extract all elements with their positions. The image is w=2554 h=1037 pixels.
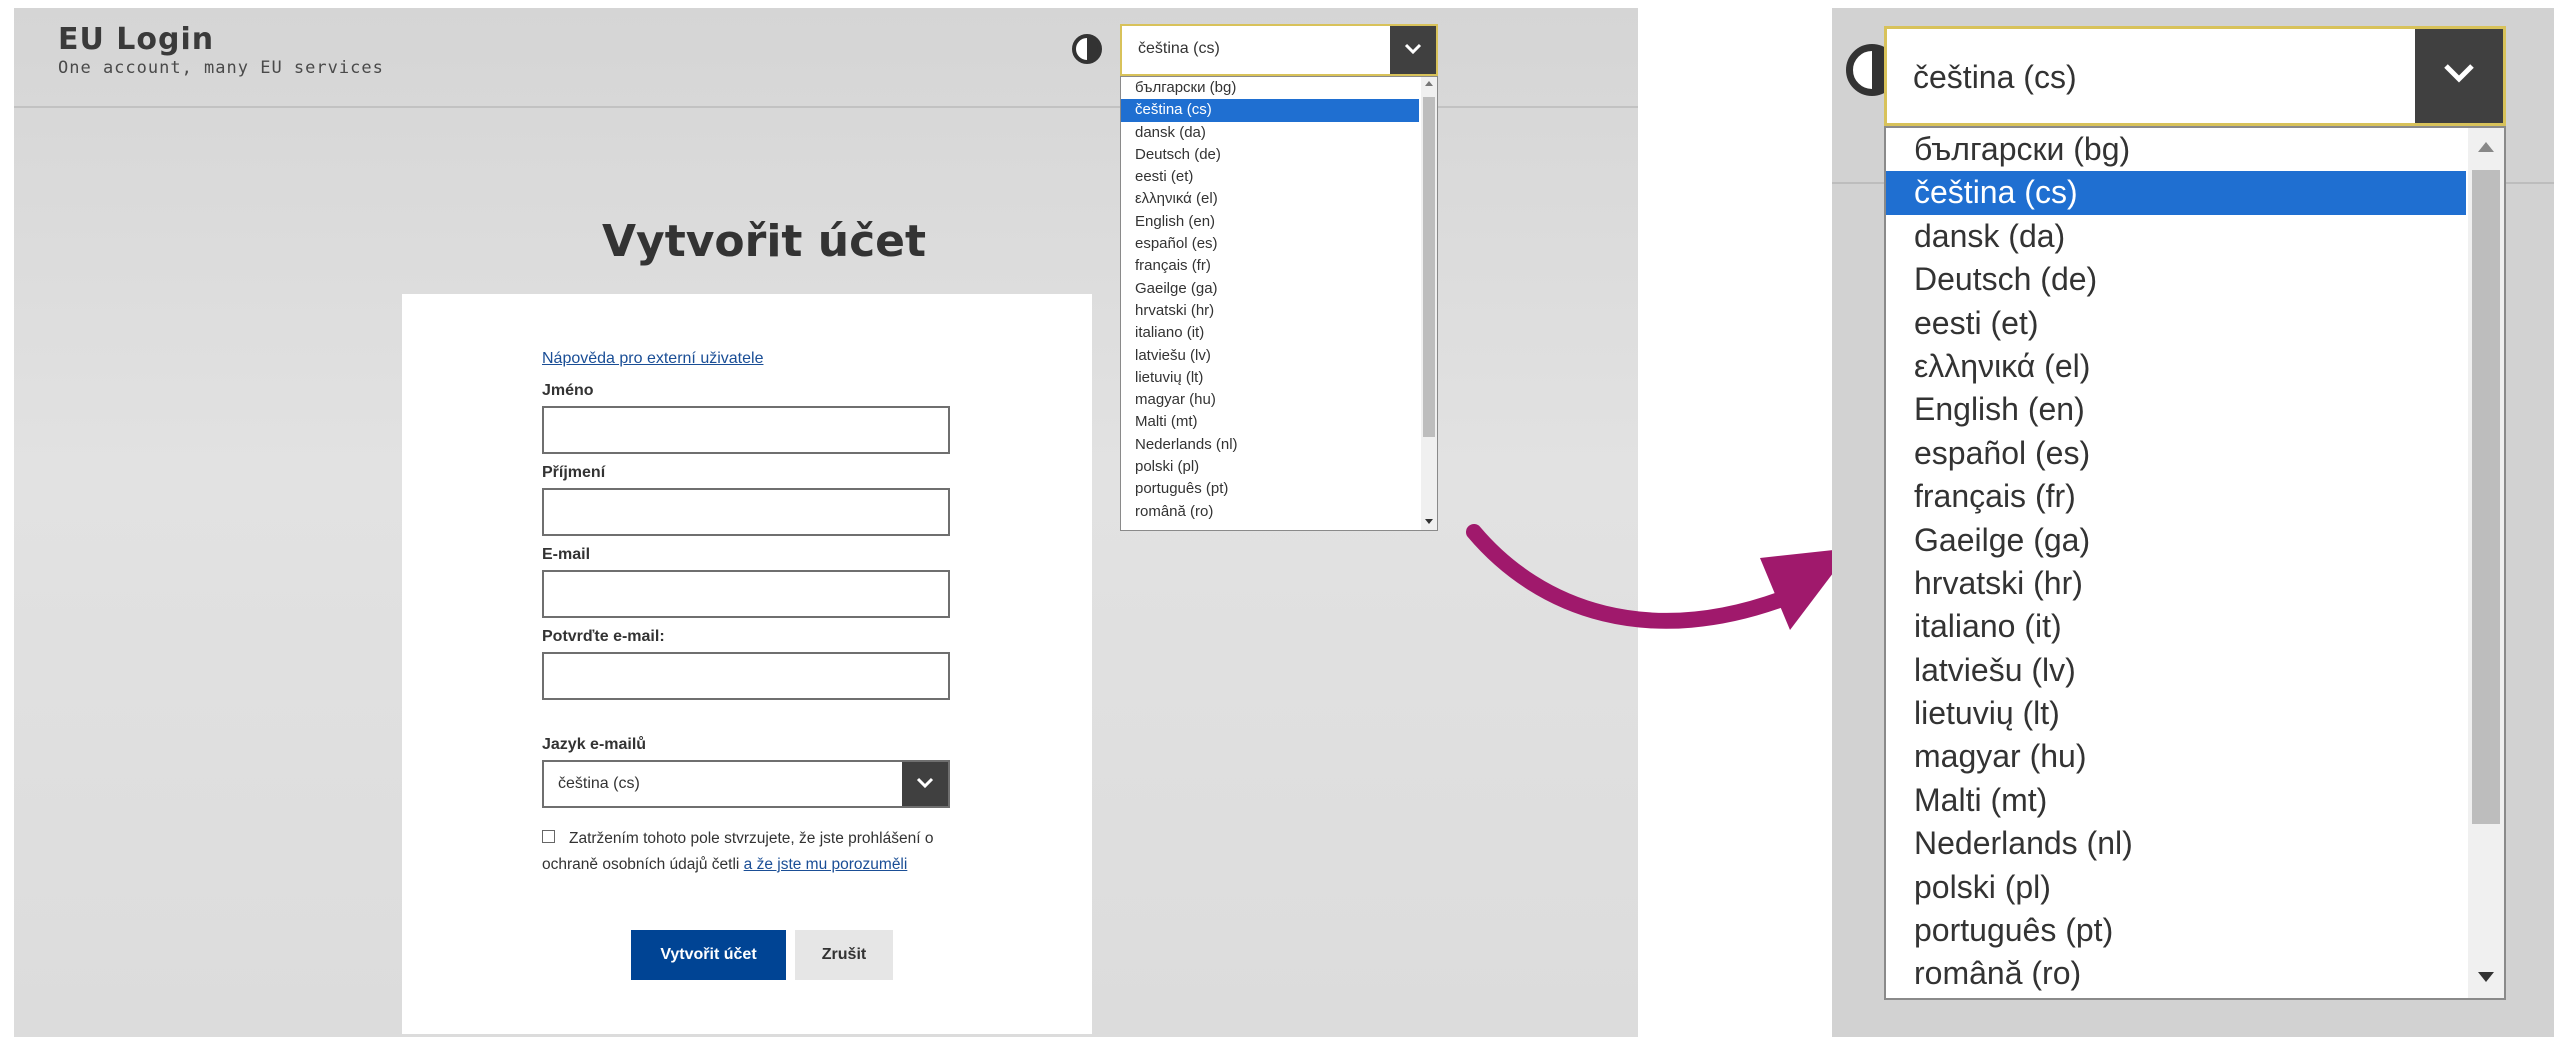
language-option[interactable]: ελληνικά (el)	[1886, 345, 2466, 388]
language-option[interactable]: magyar (hu)	[1886, 735, 2466, 778]
language-option[interactable]: Nederlands (nl)	[1121, 434, 1419, 456]
dropdown-scrollbar[interactable]	[1421, 77, 1437, 530]
language-option[interactable]: français (fr)	[1121, 255, 1419, 277]
first-name-field[interactable]	[542, 406, 950, 454]
language-option[interactable]: latviešu (lv)	[1886, 649, 2466, 692]
language-option[interactable]: latviešu (lv)	[1121, 345, 1419, 367]
chevron-down-icon[interactable]	[902, 762, 948, 806]
scroll-down-icon[interactable]	[1425, 519, 1433, 524]
email-language-value: čeština (cs)	[558, 775, 640, 792]
language-option[interactable]: български (bg)	[1121, 77, 1419, 99]
last-name-field[interactable]	[542, 488, 950, 536]
zoomed-dropdown-view: čeština (cs) български (bg) čeština (cs) d…	[1832, 8, 2554, 1037]
language-option[interactable]: lietuvių (lt)	[1121, 367, 1419, 389]
confirm-email-label: Potvrďte e-mail:	[542, 628, 665, 645]
language-option[interactable]: čeština (cs)	[1121, 99, 1419, 122]
create-account-button[interactable]: Vytvořit účet	[631, 930, 786, 980]
first-name-label: Jméno	[542, 382, 594, 399]
language-option[interactable]: español (es)	[1886, 432, 2466, 475]
language-option[interactable]: български (bg)	[1886, 128, 2466, 171]
language-option[interactable]: ελληνικά (el)	[1121, 188, 1419, 210]
scroll-up-icon[interactable]	[2478, 142, 2494, 152]
language-option[interactable]: español (es)	[1121, 233, 1419, 255]
language-option[interactable]: dansk (da)	[1121, 122, 1419, 144]
language-option[interactable]: română (ro)	[1121, 501, 1419, 523]
help-link[interactable]: Nápověda pro externí uživatele	[542, 350, 763, 368]
language-option[interactable]: Malti (mt)	[1121, 411, 1419, 433]
scroll-down-icon[interactable]	[2478, 972, 2494, 982]
language-option[interactable]: italiano (it)	[1121, 322, 1419, 344]
language-select-zoomed[interactable]: čeština (cs)	[1884, 26, 2506, 126]
language-option[interactable]: français (fr)	[1886, 475, 2466, 518]
consent-link[interactable]: a že jste mu porozuměli	[744, 856, 908, 873]
cancel-button[interactable]: Zrušit	[795, 930, 893, 980]
language-option[interactable]: Gaeilge (ga)	[1121, 278, 1419, 300]
email-language-label: Jazyk e-mailů	[542, 736, 647, 753]
confirm-email-field[interactable]	[542, 652, 950, 700]
language-select-value: čeština (cs)	[1913, 59, 2077, 95]
language-dropdown-list[interactable]: български (bg) čeština (cs) dansk (da) Deut…	[1120, 76, 1438, 531]
language-select[interactable]: čeština (cs)	[1120, 24, 1438, 76]
language-option[interactable]: English (en)	[1886, 388, 2466, 431]
chevron-down-icon[interactable]	[2415, 29, 2503, 123]
language-option[interactable]: português (pt)	[1886, 909, 2466, 952]
language-option[interactable]: Deutsch (de)	[1886, 258, 2466, 301]
brand-title: EU Login	[58, 22, 215, 57]
language-option[interactable]: português (pt)	[1121, 478, 1419, 500]
language-select-value: čeština (cs)	[1138, 40, 1220, 57]
language-option[interactable]: Gaeilge (ga)	[1886, 519, 2466, 562]
language-option[interactable]: hrvatski (hr)	[1121, 300, 1419, 322]
page-title: Vytvořit účet	[601, 216, 927, 267]
language-option[interactable]: hrvatski (hr)	[1886, 562, 2466, 605]
zoom-arrow-icon	[1466, 524, 1852, 630]
language-option[interactable]: polski (pl)	[1886, 866, 2466, 909]
language-option[interactable]: română (ro)	[1886, 952, 2466, 995]
contrast-toggle-icon[interactable]	[1072, 34, 1102, 64]
eu-login-page: EU Login One account, many EU services č…	[14, 8, 1638, 1037]
registration-form: Nápověda pro externí uživatele Jméno Pří…	[402, 294, 1092, 1034]
language-option[interactable]: Deutsch (de)	[1121, 144, 1419, 166]
language-option[interactable]: magyar (hu)	[1121, 389, 1419, 411]
language-option[interactable]: dansk (da)	[1886, 215, 2466, 258]
language-option[interactable]: eesti (et)	[1121, 166, 1419, 188]
scroll-up-icon[interactable]	[1425, 81, 1433, 86]
last-name-label: Příjmení	[542, 464, 606, 481]
dropdown-scrollbar[interactable]	[2468, 128, 2504, 998]
language-option[interactable]: eesti (et)	[1886, 302, 2466, 345]
consent-text: Zatržením tohoto pole stvrzujete, že jst…	[542, 826, 962, 878]
language-option[interactable]: čeština (cs)	[1886, 171, 2466, 215]
chevron-down-icon[interactable]	[1390, 26, 1436, 74]
language-option[interactable]: lietuvių (lt)	[1886, 692, 2466, 735]
scrollbar-thumb[interactable]	[2472, 170, 2500, 824]
language-option[interactable]: polski (pl)	[1121, 456, 1419, 478]
email-field[interactable]	[542, 570, 950, 618]
email-language-select[interactable]: čeština (cs)	[542, 760, 950, 808]
brand-tagline: One account, many EU services	[58, 58, 384, 78]
language-dropdown-list-zoomed[interactable]: български (bg) čeština (cs) dansk (da) Deut…	[1884, 126, 2506, 1000]
scrollbar-thumb[interactable]	[1423, 97, 1435, 437]
language-option[interactable]: Malti (mt)	[1886, 779, 2466, 822]
language-option[interactable]: Nederlands (nl)	[1886, 822, 2466, 865]
language-option[interactable]: italiano (it)	[1886, 605, 2466, 648]
language-option[interactable]: English (en)	[1121, 211, 1419, 233]
email-label: E-mail	[542, 546, 591, 563]
